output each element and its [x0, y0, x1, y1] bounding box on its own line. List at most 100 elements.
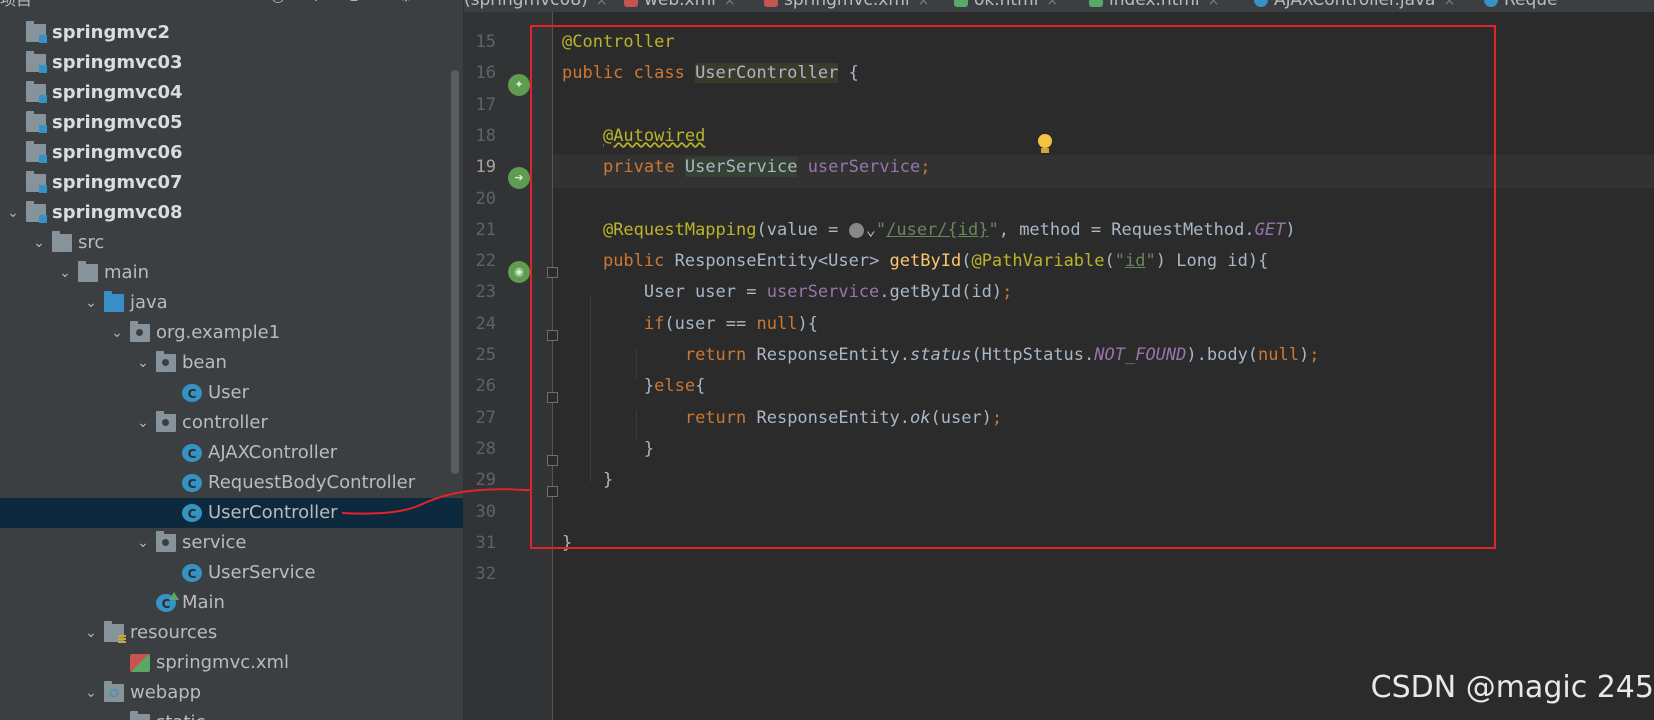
annotation-red-box [530, 25, 1496, 549]
package-icon [156, 531, 176, 552]
tree-item[interactable]: C UserService [0, 558, 463, 588]
line-number: 21 [475, 219, 496, 240]
tree-item[interactable]: springmvc06 [0, 138, 463, 168]
line-number: 20 [475, 188, 496, 209]
close-icon[interactable]: × [596, 0, 608, 9]
chevron-down-icon[interactable]: ⌄ [4, 198, 22, 228]
module-folder-icon [26, 51, 47, 73]
expand-icon[interactable]: ↥ [344, 0, 364, 6]
line-number: 16 [475, 63, 496, 84]
tree-item-label: service [182, 532, 247, 553]
class-icon: C [182, 444, 202, 462]
line-number: 32 [475, 564, 496, 585]
tree-item[interactable]: ⌄ main [0, 258, 463, 288]
chevron-down-icon[interactable]: ⌄ [82, 678, 100, 708]
tree-item[interactable]: C RequestBodyController [0, 468, 463, 498]
tree-item[interactable]: ⌄ controller [0, 408, 463, 438]
tree-item-label: main [104, 262, 149, 283]
editor-tab[interactable]: AJAXController.java × [1254, 0, 1455, 12]
locate-icon[interactable]: ◎ [268, 0, 288, 6]
editor-tab[interactable]: (springmvc08) × [464, 0, 608, 12]
tree-item[interactable]: springmvc.xml [0, 648, 463, 678]
xml-file-icon [130, 654, 150, 672]
chevron-down-icon[interactable]: ⌄ [134, 408, 152, 438]
chevron-down-icon[interactable]: ⌄ [108, 708, 126, 720]
web-endpoint-icon[interactable]: ◉ [508, 261, 530, 283]
tree-item[interactable]: springmvc07 [0, 168, 463, 198]
tree-item-label: controller [182, 412, 268, 433]
close-icon[interactable]: × [1208, 0, 1220, 9]
folder-icon [52, 231, 72, 252]
package-icon [156, 351, 176, 372]
tree-item[interactable]: ⌄ src [0, 228, 463, 258]
line-number: 28 [475, 438, 496, 459]
tree-item[interactable]: springmvc03 [0, 48, 463, 78]
editor-tab[interactable]: ok.html × [954, 0, 1058, 12]
tree-item[interactable]: C User [0, 378, 463, 408]
tree-item[interactable]: ⌄ org.example1 [0, 318, 463, 348]
project-tool-window: 项目 ◎ ↧ ↥ ⚙ springmvc2 springmvc03 springmv… [0, 0, 464, 720]
module-folder-icon [26, 201, 47, 223]
close-icon[interactable]: × [918, 0, 930, 9]
spring-bean-icon[interactable]: ✦ [508, 74, 530, 96]
tree-item[interactable]: ⌄ static [0, 708, 463, 720]
line-number: 17 [475, 94, 496, 115]
tree-item[interactable]: springmvc05 [0, 108, 463, 138]
tree-item[interactable]: C Main [0, 588, 463, 618]
tree-item[interactable]: ⌄ service [0, 528, 463, 558]
folder-icon [78, 261, 98, 282]
tree-item[interactable]: springmvc04 [0, 78, 463, 108]
tree-item[interactable]: springmvc2 [0, 18, 463, 48]
editor-tab[interactable]: index.html × [1089, 0, 1219, 12]
class-icon: C [182, 474, 202, 492]
tree-item-label: org.example1 [156, 322, 281, 343]
chevron-down-icon[interactable]: ⌄ [108, 318, 126, 348]
chevron-down-icon[interactable]: ⌄ [56, 258, 74, 288]
line-number: 26 [475, 376, 496, 397]
tree-item[interactable]: C UserController [0, 498, 463, 528]
class-icon [1484, 0, 1498, 7]
resources-folder-icon [104, 621, 126, 644]
line-number: 19 [475, 157, 496, 178]
gear-icon[interactable]: ⚙ [396, 0, 416, 6]
class-icon: C [182, 384, 202, 402]
tree-item[interactable]: ⌄ bean [0, 348, 463, 378]
chevron-down-icon[interactable]: ⌄ [30, 228, 48, 258]
watermark-text: CSDN @magic 245 [1370, 670, 1654, 705]
close-icon[interactable]: × [724, 0, 736, 9]
chevron-down-icon[interactable]: ⌄ [82, 288, 100, 318]
spring-autowired-icon[interactable]: ➔ [508, 167, 530, 189]
tree-item-label: springmvc04 [52, 82, 183, 103]
line-number: 25 [475, 345, 496, 365]
main-class-icon: C [156, 592, 179, 612]
collapse-all-icon[interactable]: ↧ [306, 0, 326, 6]
line-number: 23 [475, 282, 496, 303]
editor-tab[interactable]: web.xml × [624, 0, 736, 12]
tree-item-label: UserController [208, 502, 338, 523]
html-file-icon [1089, 0, 1103, 7]
close-icon[interactable]: × [1046, 0, 1058, 9]
project-toolbar: 项目 ◎ ↧ ↥ ⚙ [0, 0, 463, 9]
module-folder-icon [26, 111, 47, 133]
editor-tab[interactable]: springmvc.xml × [764, 0, 929, 12]
package-icon [156, 411, 176, 432]
tree-item[interactable]: ⌄ java [0, 288, 463, 318]
tree-item-label: Main [182, 592, 225, 613]
tree-item-label: springmvc07 [52, 172, 183, 193]
class-icon: C [182, 504, 202, 522]
editor-tab[interactable]: Reque [1484, 0, 1558, 12]
module-folder-icon [26, 171, 47, 193]
tree-item-label: webapp [130, 682, 202, 703]
tree-item[interactable]: ⌄ springmvc08 [0, 198, 463, 228]
tree-item[interactable]: ⌄ webapp [0, 678, 463, 708]
close-icon[interactable]: × [1443, 0, 1455, 9]
chevron-down-icon[interactable]: ⌄ [82, 618, 100, 648]
tree-item[interactable]: ⌄ resources [0, 618, 463, 648]
tab-label: (springmvc08) [464, 0, 588, 10]
chevron-down-icon[interactable]: ⌄ [134, 348, 152, 378]
chevron-down-icon[interactable]: ⌄ [134, 528, 152, 558]
tree-item[interactable]: C AJAXController [0, 438, 463, 468]
module-folder-icon [26, 81, 47, 103]
module-folder-icon [26, 141, 47, 163]
tree-scrollbar[interactable] [451, 70, 459, 474]
